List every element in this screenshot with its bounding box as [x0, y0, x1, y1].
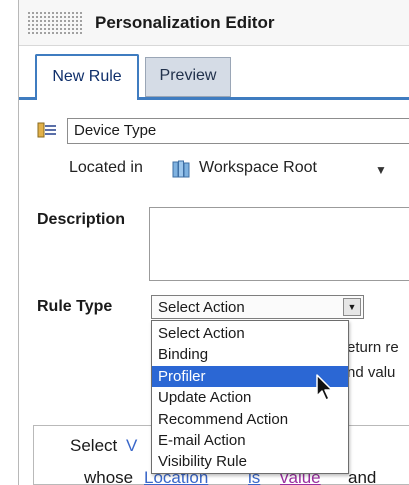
dropdown-arrow-icon[interactable]: ▼ — [343, 298, 361, 316]
rule-select-variable[interactable]: V — [126, 436, 137, 456]
located-in-label: Located in — [69, 159, 143, 176]
dropdown-option-recommend-action[interactable]: Recommend Action — [152, 409, 348, 430]
tab-preview[interactable]: Preview — [145, 57, 231, 97]
dropdown-option-visibility-rule[interactable]: Visibility Rule — [152, 451, 348, 472]
chevron-down-icon[interactable]: ▼ — [375, 163, 387, 177]
rule-and-keyword: and — [348, 468, 377, 485]
tab-bar: New Rule Preview — [19, 47, 409, 100]
rule-type-label: Rule Type — [37, 298, 113, 315]
title-bar: Personalization Editor — [19, 0, 409, 46]
workspace-folder-icon — [172, 160, 190, 178]
window-title: Personalization Editor — [95, 13, 275, 32]
workspace-folder-name[interactable]: Workspace Root — [199, 159, 317, 177]
rule-type-select[interactable]: Select Action ▼ — [151, 295, 364, 319]
description-textarea[interactable] — [149, 207, 409, 281]
description-label: Description — [37, 211, 126, 228]
drag-grip-icon[interactable] — [27, 11, 83, 35]
resource-name-field[interactable]: Device Type — [67, 118, 409, 144]
tab-new-rule[interactable]: New Rule — [35, 54, 139, 100]
partial-hint-line-1: eturn re — [347, 339, 399, 356]
mouse-pointer-icon — [316, 374, 333, 401]
rule-type-selected-value: Select Action — [158, 299, 245, 316]
partial-hint-line-2: nd valu — [347, 364, 396, 381]
rule-resource-icon — [37, 122, 56, 138]
dropdown-option-binding[interactable]: Binding — [152, 344, 348, 365]
rule-whose-keyword: whose — [84, 468, 134, 485]
dropdown-option-email-action[interactable]: E-mail Action — [152, 430, 348, 451]
rule-select-keyword: Select — [70, 436, 118, 455]
editor-window: Personalization Editor New Rule Preview … — [18, 0, 409, 485]
dropdown-option-select-action[interactable]: Select Action — [152, 323, 348, 344]
